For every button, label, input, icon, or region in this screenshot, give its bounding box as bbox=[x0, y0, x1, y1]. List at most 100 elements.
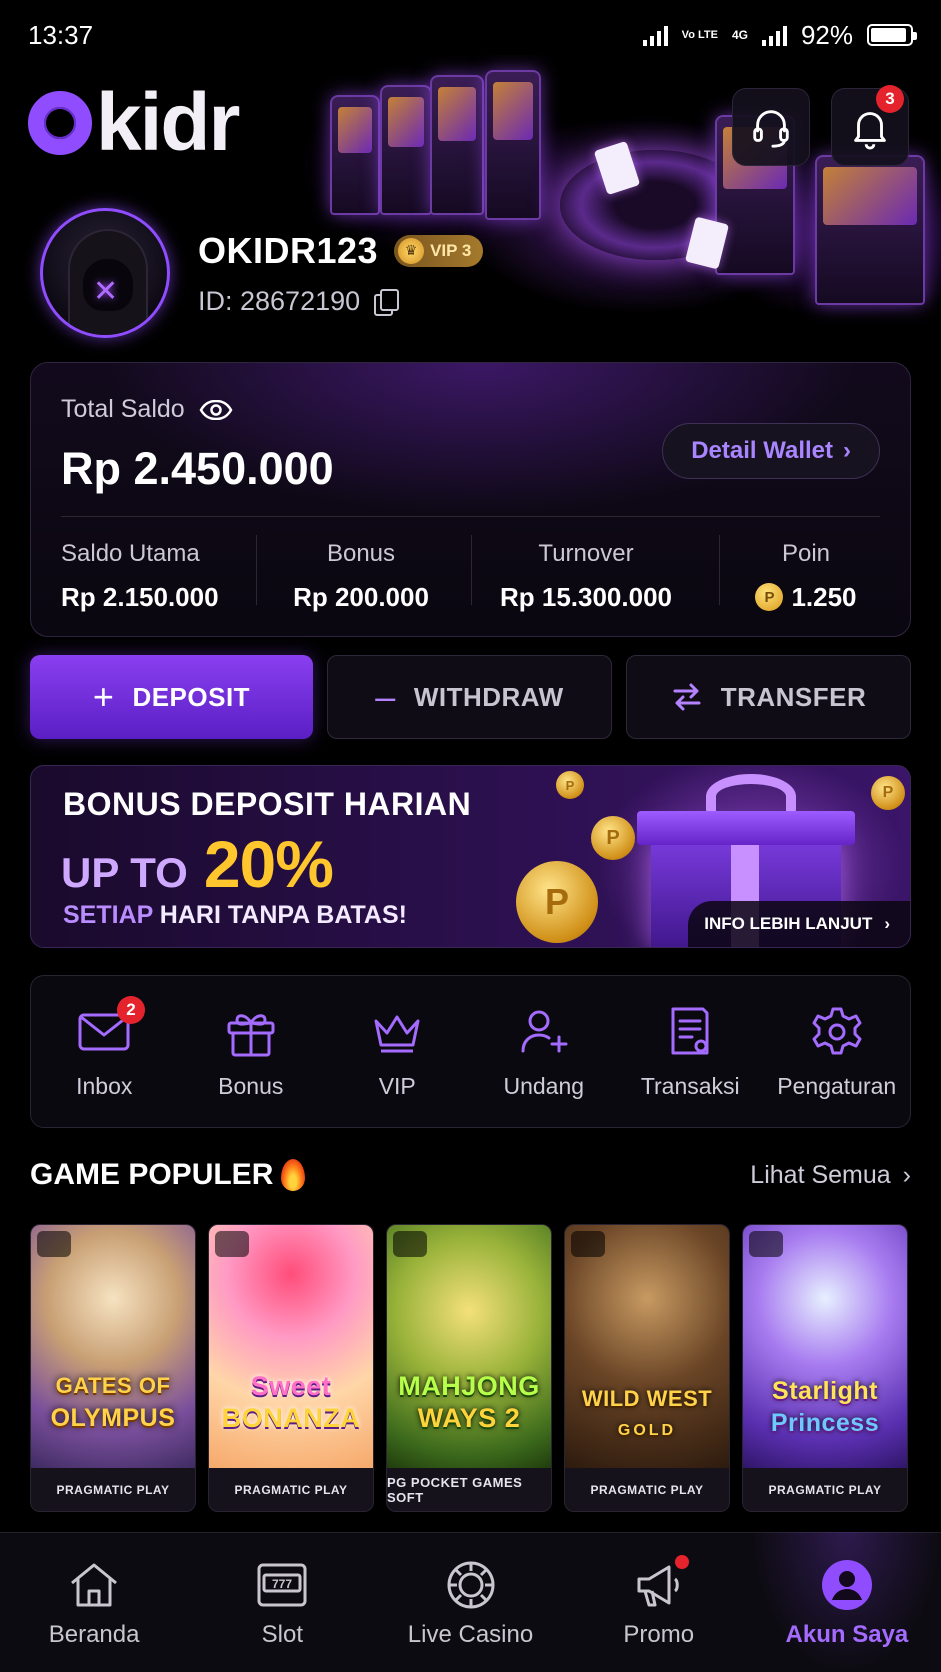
stat-value-row: P 1.250 bbox=[755, 582, 857, 613]
nav-slot[interactable]: 777 Slot bbox=[188, 1533, 376, 1672]
status-icons: Vo LTE 4G 92% bbox=[642, 20, 917, 51]
info-more-button[interactable]: INFO LEBIH LANJUT › bbox=[688, 901, 910, 947]
nav-label: Live Casino bbox=[407, 1620, 534, 1648]
coin-decor: P bbox=[591, 816, 635, 860]
transfer-arrows-icon bbox=[673, 683, 701, 711]
game-title: Sweet BONANZA bbox=[221, 1371, 361, 1433]
inbox-badge: 2 bbox=[117, 996, 145, 1024]
game-tag-icon bbox=[749, 1231, 783, 1257]
quick-item-bonus[interactable]: Bonus bbox=[178, 976, 325, 1127]
quick-item-transaksi[interactable]: Transaksi bbox=[617, 976, 764, 1127]
support-button[interactable] bbox=[732, 88, 810, 166]
detail-wallet-button[interactable]: Detail Wallet › bbox=[662, 423, 880, 479]
plus-icon: + bbox=[92, 676, 115, 717]
game-card[interactable]: Sweet BONANZA PRAGMATIC PLAY bbox=[208, 1224, 374, 1512]
game-tag-icon bbox=[215, 1231, 249, 1257]
game-provider: PRAGMATIC PLAY bbox=[209, 1468, 373, 1511]
divider bbox=[256, 535, 257, 605]
quick-item-undang[interactable]: Undang bbox=[471, 976, 618, 1127]
chevron-right-icon: › bbox=[902, 1160, 911, 1189]
transfer-button[interactable]: TRANSFER bbox=[626, 655, 911, 739]
bottom-navigation: Beranda 777 Slot Live Casino Promo Akun … bbox=[0, 1532, 941, 1672]
fire-icon bbox=[281, 1159, 306, 1191]
nav-label: Beranda bbox=[48, 1620, 140, 1648]
stat-label: Turnover bbox=[538, 539, 634, 567]
status-time: 13:37 bbox=[28, 19, 94, 50]
copy-icon[interactable] bbox=[374, 289, 400, 316]
game-list: GATES OF OLYMPUS PRAGMATIC PLAY Sweet BO… bbox=[30, 1224, 915, 1512]
withdraw-button[interactable]: – WITHDRAW bbox=[327, 655, 612, 739]
game-tag-icon bbox=[37, 1231, 71, 1257]
promo-sub-highlight: SETIAP bbox=[63, 901, 153, 929]
quick-menu: 2 Inbox Bonus VIP Undang Transaksi Penga… bbox=[30, 975, 911, 1128]
game-title: GATES OF OLYMPUS bbox=[50, 1373, 176, 1432]
total-balance-amount: Rp 2.450.000 bbox=[61, 443, 334, 494]
stat-label: Bonus bbox=[326, 539, 396, 567]
game-card[interactable]: MAHJONG WAYS 2 PG POCKET GAMES SOFT bbox=[386, 1224, 552, 1512]
see-all-link[interactable]: Lihat Semua › bbox=[750, 1161, 911, 1190]
stat-turnover: Turnover Rp 15.300.000 bbox=[466, 531, 706, 621]
promo-title: BONUS DEPOSIT HARIAN bbox=[63, 786, 472, 822]
promo-banner[interactable]: BONUS DEPOSIT HARIAN UP TO 20% SETIAP HA… bbox=[30, 765, 911, 948]
game-card[interactable]: Starlight Princess PRAGMATIC PLAY bbox=[742, 1224, 908, 1512]
headset-icon bbox=[753, 110, 789, 148]
slot-machine-decor bbox=[485, 70, 541, 220]
detail-wallet-label: Detail Wallet bbox=[691, 437, 833, 464]
notifications-button[interactable]: 3 bbox=[831, 85, 909, 166]
logo-text: kidr bbox=[96, 77, 240, 168]
network-type: 4G bbox=[731, 28, 748, 42]
user-plus-icon bbox=[521, 1010, 568, 1053]
vip-badge[interactable]: ♛ VIP 3 bbox=[394, 234, 484, 267]
quick-item-label: VIP bbox=[378, 1073, 416, 1099]
stat-label: Saldo Utama bbox=[61, 539, 200, 567]
chevron-right-icon: › bbox=[843, 437, 851, 464]
battery-icon bbox=[867, 24, 917, 46]
wallet-actions: + DEPOSIT – WITHDRAW TRANSFER bbox=[30, 655, 911, 739]
quick-item-label: Pengaturan bbox=[777, 1073, 897, 1099]
stat-bonus: Bonus Rp 200.000 bbox=[256, 531, 466, 621]
nav-beranda[interactable]: Beranda bbox=[0, 1533, 188, 1672]
profile-info: OKIDR123 ♛ VIP 3 ID: 28672190 bbox=[198, 230, 484, 317]
stat-value: Rp 200.000 bbox=[293, 581, 429, 612]
volte-label: Vo LTE bbox=[681, 28, 718, 41]
chevron-right-icon: › bbox=[884, 914, 890, 933]
stat-value: Rp 2.150.000 bbox=[61, 581, 219, 612]
coin-decor: P bbox=[871, 776, 905, 810]
vip-crown-icon: ♛ bbox=[398, 237, 425, 264]
stat-poin: Poin P 1.250 bbox=[706, 531, 906, 621]
quick-item-inbox[interactable]: 2 Inbox bbox=[31, 976, 178, 1127]
point-coin-icon: P bbox=[755, 583, 784, 611]
user-icon bbox=[821, 1559, 872, 1610]
quick-item-pengaturan[interactable]: Pengaturan bbox=[764, 976, 911, 1127]
quick-item-label: Bonus bbox=[218, 1073, 284, 1099]
game-provider: PRAGMATIC PLAY bbox=[31, 1468, 195, 1511]
nav-label: Slot bbox=[261, 1620, 303, 1648]
app-logo[interactable]: kidr bbox=[28, 77, 240, 168]
eye-icon[interactable] bbox=[199, 399, 233, 420]
receipt-icon bbox=[671, 1007, 709, 1055]
promo-subtitle: SETIAP HARI TANPA BATAS! bbox=[63, 901, 407, 930]
notification-count-badge: 3 bbox=[876, 85, 904, 113]
deposit-button[interactable]: + DEPOSIT bbox=[30, 655, 313, 739]
minus-icon: – bbox=[375, 676, 396, 717]
gift-lid-decor bbox=[637, 811, 855, 845]
balance-card: Total Saldo Rp 2.450.000 Detail Wallet ›… bbox=[30, 362, 911, 637]
quick-item-vip[interactable]: VIP bbox=[324, 976, 471, 1127]
coin-decor: P bbox=[556, 771, 584, 799]
game-provider: PRAGMATIC PLAY bbox=[565, 1468, 729, 1511]
promo-percent: 20% bbox=[203, 827, 334, 901]
signal-icon bbox=[642, 24, 668, 46]
chip-icon bbox=[447, 1561, 494, 1608]
gear-icon bbox=[812, 1007, 862, 1055]
nav-promo[interactable]: Promo bbox=[565, 1533, 753, 1672]
see-all-label: Lihat Semua bbox=[750, 1160, 891, 1189]
section-title: GAME POPULER bbox=[30, 1158, 306, 1192]
slot-machine-decor bbox=[380, 85, 432, 215]
avatar[interactable]: ✕ bbox=[40, 208, 170, 338]
nav-live-casino[interactable]: Live Casino bbox=[376, 1533, 564, 1672]
game-card[interactable]: WILD WEST GOLD PRAGMATIC PLAY bbox=[564, 1224, 730, 1512]
game-card[interactable]: GATES OF OLYMPUS PRAGMATIC PLAY bbox=[30, 1224, 196, 1512]
nav-akun-saya[interactable]: Akun Saya bbox=[753, 1533, 941, 1672]
stat-saldo-utama: Saldo Utama Rp 2.150.000 bbox=[31, 531, 256, 621]
total-balance-label-row: Total Saldo bbox=[61, 395, 233, 424]
